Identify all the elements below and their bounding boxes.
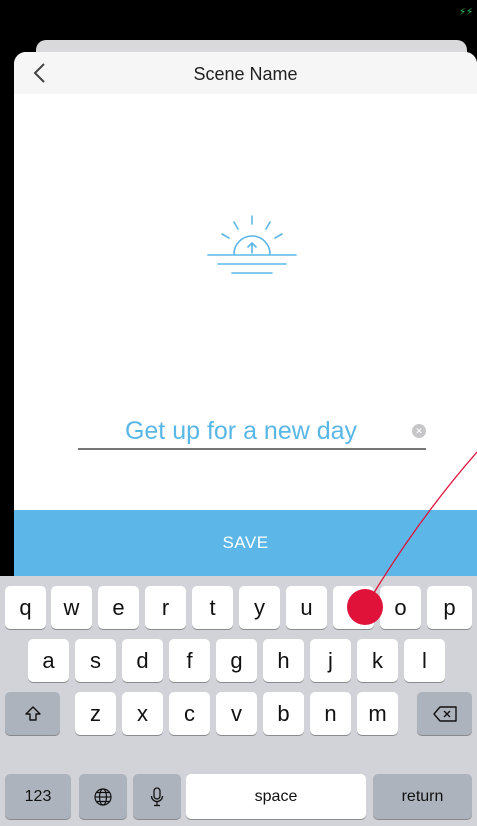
- navigation-bar: Scene Name: [14, 52, 477, 94]
- key-l[interactable]: l: [404, 639, 445, 682]
- key-t[interactable]: t: [192, 586, 233, 629]
- delete-icon: [432, 705, 457, 722]
- key-q[interactable]: q: [5, 586, 46, 629]
- page-title: Scene Name: [193, 64, 298, 84]
- shift-icon: [24, 705, 41, 721]
- numbers-key[interactable]: 123: [5, 774, 71, 819]
- key-h[interactable]: h: [263, 639, 304, 682]
- delete-key[interactable]: [417, 692, 472, 735]
- key-n[interactable]: n: [310, 692, 351, 735]
- key-j[interactable]: j: [310, 639, 351, 682]
- key-p[interactable]: p: [427, 586, 472, 629]
- scene-name-input[interactable]: [78, 414, 396, 448]
- scene-name-field: ✕: [78, 414, 426, 450]
- key-s[interactable]: s: [75, 639, 116, 682]
- key-f[interactable]: f: [169, 639, 210, 682]
- key-m[interactable]: m: [357, 692, 398, 735]
- key-u[interactable]: u: [286, 586, 327, 629]
- microphone-icon: [150, 786, 164, 806]
- key-e[interactable]: e: [98, 586, 139, 629]
- key-z[interactable]: z: [75, 692, 116, 735]
- key-y[interactable]: y: [239, 586, 280, 629]
- dictation-key[interactable]: [133, 774, 181, 819]
- key-r[interactable]: r: [145, 586, 186, 629]
- touch-indicator: [347, 589, 383, 625]
- key-b[interactable]: b: [263, 692, 304, 735]
- key-o[interactable]: o: [380, 586, 421, 629]
- key-g[interactable]: g: [216, 639, 257, 682]
- save-button[interactable]: SAVE: [14, 510, 477, 576]
- return-key[interactable]: return: [373, 774, 472, 819]
- battery-charging-icon: ⚡⚡: [459, 8, 474, 18]
- key-d[interactable]: d: [122, 639, 163, 682]
- clear-icon[interactable]: ✕: [412, 424, 426, 438]
- key-x[interactable]: x: [122, 692, 163, 735]
- globe-icon: [94, 787, 112, 806]
- status-bar: ⚡⚡: [0, 0, 477, 42]
- key-v[interactable]: v: [216, 692, 257, 735]
- keyboard: q w e r t y u i o p a s d f g h j k l z …: [0, 576, 477, 826]
- globe-key[interactable]: [79, 774, 127, 819]
- key-w[interactable]: w: [51, 586, 92, 629]
- key-a[interactable]: a: [28, 639, 69, 682]
- key-k[interactable]: k: [357, 639, 398, 682]
- shift-key[interactable]: [5, 692, 60, 735]
- key-c[interactable]: c: [169, 692, 210, 735]
- sunrise-icon: [207, 215, 297, 274]
- space-key[interactable]: space: [186, 774, 366, 819]
